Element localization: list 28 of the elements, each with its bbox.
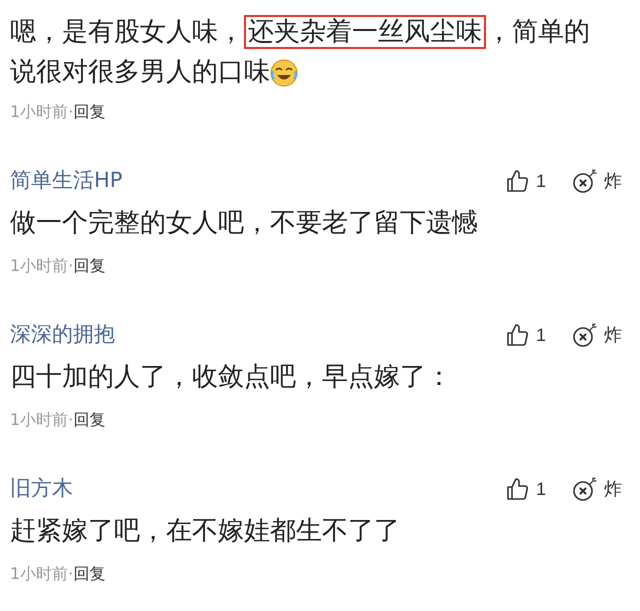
like-count: 1	[536, 170, 546, 192]
thumbs-up-icon[interactable]	[506, 169, 530, 193]
thumbs-up-icon[interactable]	[506, 323, 530, 347]
reply-link[interactable]: 回复	[73, 408, 106, 432]
bomb-label[interactable]: 炸	[604, 476, 622, 502]
thumbs-up-icon[interactable]	[506, 477, 530, 501]
bomb-icon[interactable]	[572, 476, 598, 502]
bomb-label[interactable]: 炸	[604, 168, 622, 194]
reply-link[interactable]: 回复	[73, 100, 106, 124]
username[interactable]: 旧方木	[10, 473, 73, 505]
username[interactable]: 简单生活HP	[10, 165, 122, 197]
like-count: 1	[536, 478, 546, 500]
username[interactable]: 深深的拥抱	[10, 319, 115, 351]
timestamp: 1小时前·	[10, 101, 74, 123]
comment-text: 四十加的人了，收敛点吧，早点嫁了：	[10, 361, 453, 394]
timestamp: 1小时前·	[10, 255, 74, 277]
timestamp: 1小时前·	[10, 563, 74, 585]
comment-text: 做一个完整的女人吧，不要老了留下遗憾	[10, 207, 479, 240]
bomb-label[interactable]: 炸	[604, 322, 622, 348]
timestamp: 1小时前·	[10, 409, 74, 431]
bomb-icon[interactable]	[572, 168, 598, 194]
comment-text: 嗯，是有股女人味，还夹杂着一丝风尘味，简单的说很对很多男人的口味	[10, 14, 591, 89]
like-count: 1	[536, 324, 546, 346]
reply-link[interactable]: 回复	[73, 254, 106, 278]
reply-link[interactable]: 回复	[73, 562, 106, 586]
bomb-icon[interactable]	[572, 322, 598, 348]
comment-text: 赶紧嫁了吧，在不嫁娃都生不了了	[10, 515, 401, 548]
laughing-emoji-icon	[270, 58, 298, 87]
